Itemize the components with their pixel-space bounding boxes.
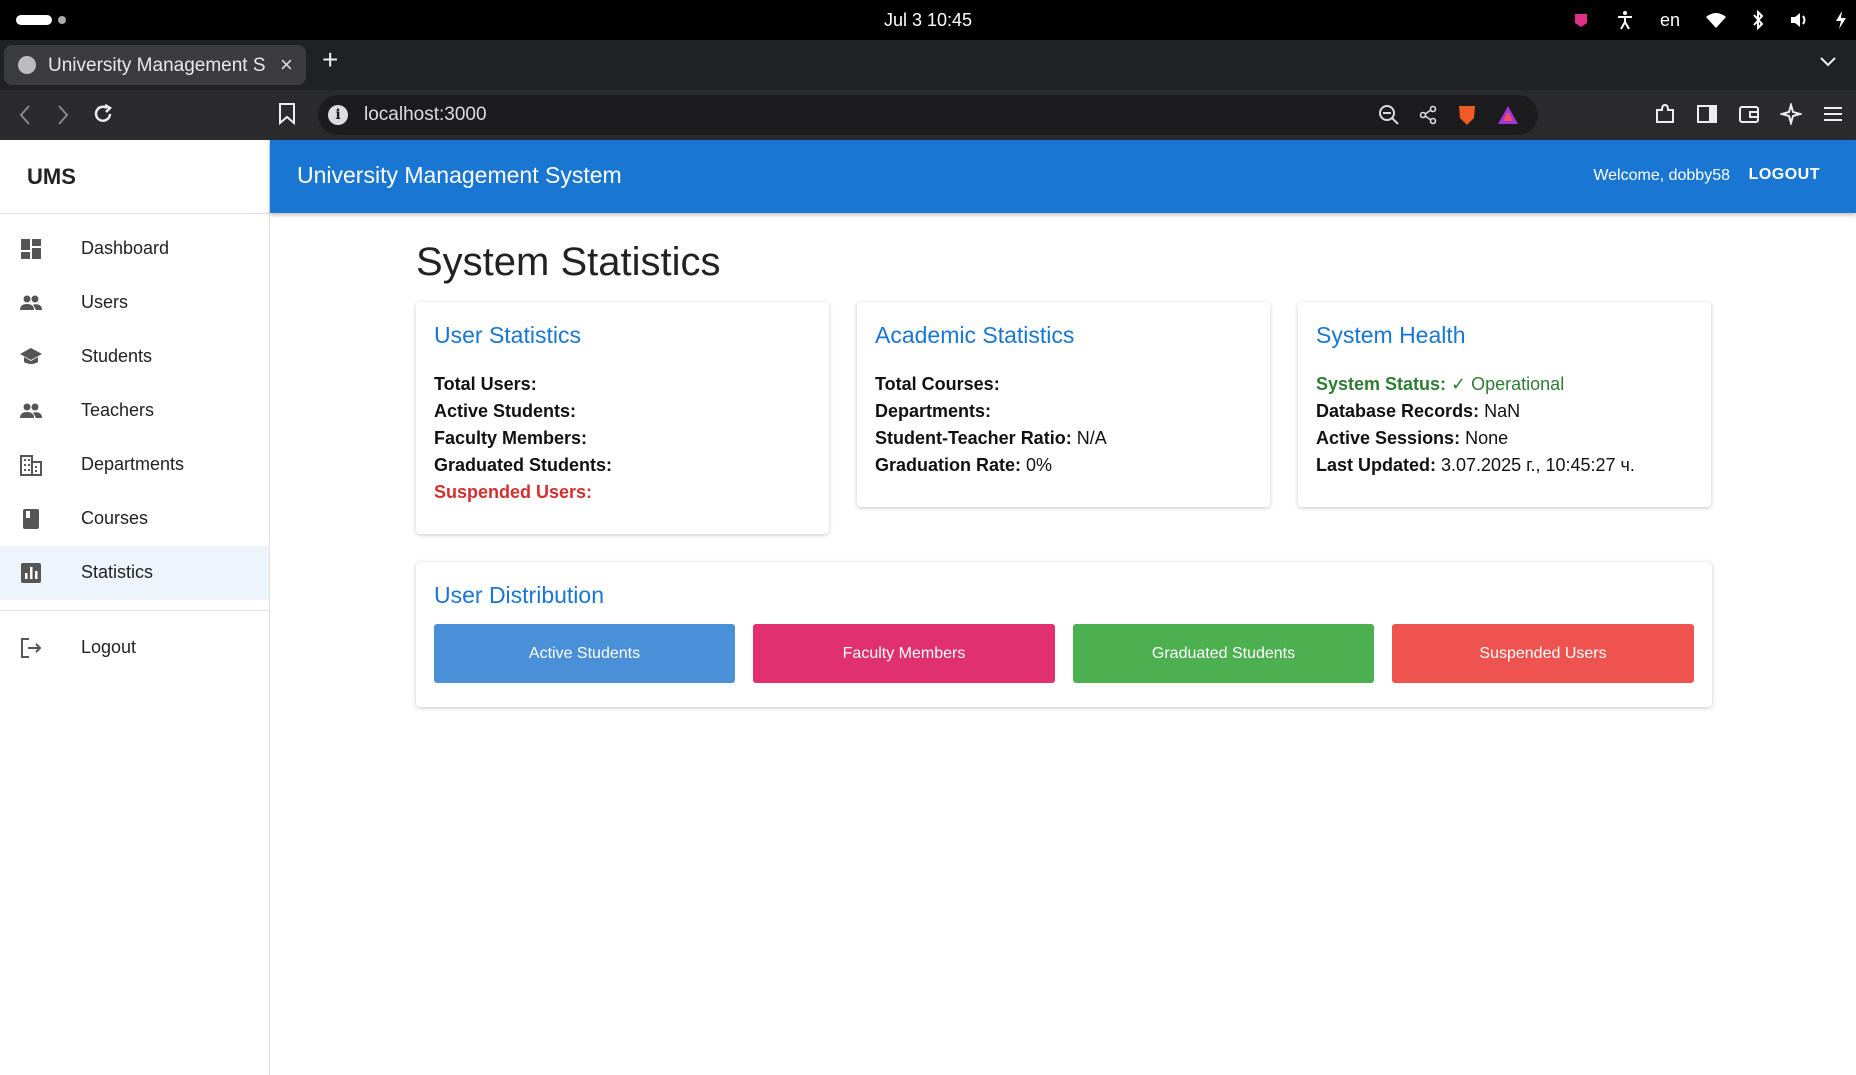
extensions-puzzle-icon[interactable] (1654, 103, 1676, 130)
distribution-bar-active-students[interactable]: Active Students (434, 624, 735, 683)
academic-statistics-card: Academic Statistics Total Courses: Depar… (857, 302, 1270, 507)
sidebar-divider (0, 610, 269, 611)
sidebar-item-label: Dashboard (81, 238, 170, 258)
zoom-out-icon[interactable] (1378, 104, 1400, 131)
leo-ai-icon[interactable] (1778, 101, 1804, 130)
sidebar-item-statistics[interactable]: Statistics (0, 546, 269, 600)
school-icon (19, 345, 43, 369)
sidebar-item-teachers[interactable]: Teachers (0, 384, 269, 438)
sidebar-item-logout[interactable]: Logout (0, 621, 269, 675)
site-info-icon[interactable]: i (328, 105, 348, 125)
distribution-bar-suspended-users[interactable]: Suspended Users (1392, 624, 1694, 683)
power-icon[interactable] (1836, 11, 1846, 29)
app-indicator-icon[interactable] (1572, 11, 1590, 29)
sidebar-item-label: Students (81, 346, 153, 366)
share-icon[interactable] (1418, 105, 1438, 130)
language-indicator[interactable]: en (1660, 10, 1680, 31)
sidebar: UMS Dashboard Users Students Teachers De… (0, 140, 270, 1075)
sidebar-nav: Dashboard Users Students Teachers Depart… (0, 214, 269, 675)
sidebar-item-students[interactable]: Students (0, 330, 269, 384)
logout-icon (19, 636, 43, 660)
brave-shield-icon[interactable] (1456, 103, 1478, 132)
sidebar-item-label: Statistics (81, 562, 154, 582)
reload-icon[interactable] (92, 103, 114, 130)
stat-cards: User Statistics Total Users: Active Stud… (416, 302, 1712, 542)
student-teacher-ratio-row: Student-Teacher Ratio: N/A (875, 428, 1107, 448)
system-tray[interactable]: en (1572, 8, 1846, 32)
menu-hamburger-icon[interactable] (1822, 103, 1844, 130)
browser-tab[interactable]: University Management S × (4, 45, 306, 85)
brand-logo[interactable]: UMS (0, 140, 269, 214)
faculty-members-row: Faculty Members: (434, 428, 588, 448)
os-top-bar: Jul 3 10:45 en (0, 0, 1856, 40)
graduated-students-row: Graduated Students: (434, 455, 613, 475)
accessibility-icon[interactable] (1616, 10, 1634, 30)
sidebar-item-courses[interactable]: Courses (0, 492, 269, 546)
book-icon (19, 507, 43, 531)
rewards-triangle-icon[interactable] (1496, 104, 1520, 131)
sidebar-toggle-icon[interactable] (1696, 103, 1718, 130)
sidebar-item-label: Logout (81, 637, 137, 657)
total-users-row: Total Users: (434, 374, 537, 394)
database-records-row: Database Records: NaN (1316, 401, 1521, 421)
tab-title: University Management S (48, 55, 266, 76)
sidebar-item-dashboard[interactable]: Dashboard (0, 222, 269, 276)
distribution-bar-faculty-members[interactable]: Faculty Members (753, 624, 1055, 683)
sidebar-item-label: Departments (81, 454, 185, 474)
system-status-row: System Status: ✓ Operational (1316, 374, 1565, 394)
active-students-row: Active Students: (434, 401, 577, 421)
user-statistics-card: User Statistics Total Users: Active Stud… (416, 302, 829, 534)
card-title: Academic Statistics (875, 322, 1075, 348)
tab-close-icon[interactable]: × (280, 52, 293, 78)
people-icon (19, 399, 43, 423)
distribution-bar-graduated-students[interactable]: Graduated Students (1073, 624, 1374, 683)
suspended-users-row: Suspended Users: (434, 482, 593, 502)
back-arrow-icon[interactable] (18, 103, 32, 132)
app-title: University Management System (297, 162, 622, 188)
total-courses-row: Total Courses: (875, 374, 1000, 394)
welcome-text: Welcome, dobby58 (1593, 167, 1730, 184)
bluetooth-icon[interactable] (1752, 10, 1764, 30)
bar-chart-icon (19, 561, 43, 585)
wallet-icon[interactable] (1738, 103, 1760, 130)
people-icon (19, 291, 43, 315)
bookmark-icon[interactable] (278, 103, 296, 130)
departments-row: Departments: (875, 401, 992, 421)
volume-icon[interactable] (1790, 11, 1810, 29)
sidebar-item-users[interactable]: Users (0, 276, 269, 330)
sidebar-item-label: Courses (81, 508, 149, 528)
page-title: System Statistics (416, 240, 721, 284)
browser-tab-strip: University Management S × (0, 40, 1856, 90)
wifi-icon[interactable] (1706, 12, 1726, 28)
last-updated-row: Last Updated: 3.07.2025 г., 10:45:27 ч. (1316, 455, 1635, 475)
new-tab-icon[interactable]: + (322, 46, 338, 74)
globe-icon (18, 56, 36, 74)
sidebar-item-label: Teachers (81, 400, 155, 420)
main-content: System Statistics User Statistics Total … (416, 240, 1712, 707)
logout-button[interactable]: LOGOUT (1749, 166, 1820, 184)
graduation-rate-row: Graduation Rate: 0% (875, 455, 1053, 475)
system-health-card: System Health System Status: ✓ Operation… (1298, 302, 1711, 507)
user-distribution-card: User Distribution Active Students Facult… (416, 562, 1712, 707)
sidebar-item-label: Users (81, 292, 129, 312)
sidebar-item-departments[interactable]: Departments (0, 438, 269, 492)
url-text[interactable]: localhost:3000 (364, 104, 487, 126)
forward-arrow-icon[interactable] (56, 103, 70, 132)
card-title: System Health (1316, 322, 1466, 348)
app-root: UMS Dashboard Users Students Teachers De… (0, 140, 1856, 1075)
active-sessions-row: Active Sessions: None (1316, 428, 1509, 448)
building-icon (19, 453, 43, 477)
dashboard-icon (19, 237, 43, 261)
app-header: University Management System Welcome, do… (270, 140, 1856, 213)
card-title: User Distribution (434, 582, 604, 608)
card-title: User Statistics (434, 322, 581, 348)
address-bar[interactable]: i localhost:3000 (318, 95, 1538, 135)
browser-toolbar: i localhost:3000 (0, 90, 1856, 140)
tab-list-chevron-icon[interactable] (1820, 54, 1836, 72)
